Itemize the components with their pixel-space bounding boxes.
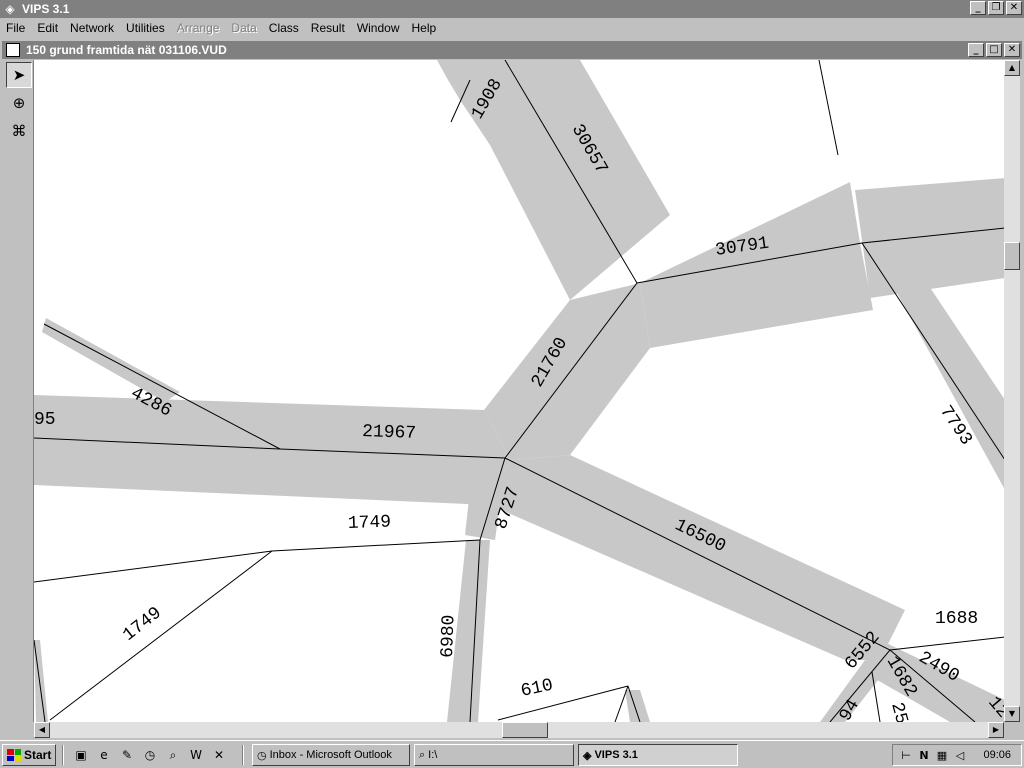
- document-title: 150 grund framtida nät 031106.VUD: [26, 43, 227, 57]
- network-map: 1908 30657 30791 21760 4286 95 21967 872…: [34, 60, 1004, 722]
- flow-label: 1749: [119, 603, 165, 645]
- network-map-canvas[interactable]: 1908 30657 30791 21760 4286 95 21967 872…: [34, 60, 1004, 722]
- scroll-left-icon[interactable]: ◀: [34, 722, 50, 738]
- flow-band: [640, 182, 873, 348]
- network-link: [34, 550, 273, 583]
- network-link: [49, 550, 273, 721]
- menu-data: Data: [231, 21, 257, 35]
- menu-bar: File Edit Network Utilities Arrange Data…: [0, 18, 1024, 38]
- task-label: I:\: [428, 749, 438, 761]
- volume-icon[interactable]: ◁: [953, 749, 967, 762]
- horizontal-scroll-thumb[interactable]: [502, 722, 548, 738]
- zoom-tool-icon[interactable]: ⊕: [6, 90, 32, 116]
- task-label: Inbox - Microsoft Outlook: [269, 749, 392, 761]
- flow-label: 21967: [362, 422, 417, 444]
- vips-app-icon[interactable]: ◈: [2, 1, 18, 17]
- word-icon[interactable]: W: [187, 747, 205, 763]
- system-tray: ⊢ N ▦ ◁ 09:06: [892, 744, 1022, 766]
- menu-file[interactable]: File: [0, 18, 31, 38]
- clock[interactable]: 09:06: [983, 749, 1011, 761]
- taskbar: Start ▣ e ✎ ◷ ⌕ W ✕ ◷ Inbox - Microsoft …: [0, 740, 1024, 768]
- menu-arrange: Arrange: [176, 21, 220, 35]
- windows-logo-icon: [7, 749, 21, 761]
- app-title: VIPS 3.1: [22, 2, 70, 16]
- flow-label: 95: [34, 410, 56, 430]
- flow-band: [437, 60, 670, 300]
- flow-band: [34, 395, 510, 505]
- vertical-scroll-thumb[interactable]: [1004, 242, 1020, 270]
- menu-help[interactable]: Help: [406, 18, 443, 38]
- taskbar-separator: [242, 745, 244, 765]
- toolbox: ➤ ⊕ ⌘: [2, 60, 34, 722]
- size-grip[interactable]: [1004, 722, 1020, 738]
- excel-icon[interactable]: ✕: [210, 747, 228, 763]
- search-icon[interactable]: ⌕: [164, 747, 182, 763]
- app-restore-button[interactable]: ❐: [988, 1, 1004, 15]
- scroll-up-icon[interactable]: ▲: [1004, 60, 1020, 76]
- document-icon[interactable]: [6, 43, 20, 57]
- vertical-scrollbar[interactable]: ▲ ▼: [1004, 60, 1020, 722]
- document-title-bar: 150 grund framtida nät 031106.VUD _ □ ✕: [2, 41, 1022, 59]
- taskbar-separator: [62, 745, 64, 765]
- doc-maximize-button[interactable]: □: [986, 43, 1002, 57]
- menu-result[interactable]: Result: [305, 18, 351, 38]
- flow-label: 610: [519, 676, 555, 702]
- app-close-button[interactable]: ✕: [1006, 1, 1022, 15]
- doc-minimize-button[interactable]: _: [968, 43, 984, 57]
- outlook-icon: ◷: [257, 749, 267, 762]
- task-outlook[interactable]: ◷ Inbox - Microsoft Outlook: [252, 744, 410, 766]
- doc-close-button[interactable]: ✕: [1004, 43, 1020, 57]
- task-explorer[interactable]: ⌕ I:\: [414, 744, 574, 766]
- flow-band: [855, 178, 1004, 298]
- flow-bands: [34, 60, 1004, 722]
- network-link: [504, 457, 891, 651]
- start-label: Start: [24, 748, 52, 762]
- start-button[interactable]: Start: [2, 744, 56, 766]
- flow-label: 6980: [438, 614, 459, 658]
- desktop-icon[interactable]: ▣: [72, 747, 90, 763]
- vips-app-icon: ◈: [583, 749, 592, 762]
- menu-network[interactable]: Network: [64, 18, 120, 38]
- app-minimize-button[interactable]: _: [970, 1, 986, 15]
- network-link: [889, 636, 1004, 651]
- menu-utilities[interactable]: Utilities: [120, 18, 171, 38]
- scroll-down-icon[interactable]: ▼: [1004, 706, 1020, 722]
- flow-band: [625, 690, 650, 722]
- menu-window[interactable]: Window: [351, 18, 406, 38]
- fit-view-tool-icon[interactable]: ⌘: [6, 118, 32, 144]
- flow-band: [484, 283, 650, 460]
- network-link: [271, 539, 481, 552]
- network-link: [497, 685, 629, 721]
- scroll-right-icon[interactable]: ▶: [988, 722, 1004, 738]
- menu-edit[interactable]: Edit: [31, 18, 64, 38]
- flow-label: 25: [886, 700, 911, 722]
- select-tool-icon[interactable]: ➤: [6, 62, 32, 88]
- tray-app-icon[interactable]: N: [917, 749, 931, 762]
- horizontal-scrollbar[interactable]: ◀ ▶: [34, 722, 1004, 738]
- browser-icon[interactable]: e: [95, 747, 113, 763]
- notepad-icon[interactable]: ✎: [118, 747, 136, 763]
- folder-icon: ⌕: [419, 748, 426, 761]
- task-vips[interactable]: ◈ VIPS 3.1: [578, 744, 738, 766]
- flow-label: 1688: [935, 609, 978, 629]
- flow-band: [490, 455, 905, 660]
- network-status-icon[interactable]: ⊢: [899, 749, 913, 762]
- flow-label: 1749: [348, 513, 392, 534]
- app-title-bar: ◈ VIPS 3.1 _ ❐ ✕: [0, 0, 1024, 18]
- clock-app-icon[interactable]: ◷: [141, 747, 159, 763]
- task-label: VIPS 3.1: [594, 749, 638, 761]
- network-link: [614, 685, 629, 722]
- menu-class[interactable]: Class: [263, 18, 305, 38]
- chart-tray-icon[interactable]: ▦: [935, 749, 949, 762]
- network-link: [818, 60, 839, 156]
